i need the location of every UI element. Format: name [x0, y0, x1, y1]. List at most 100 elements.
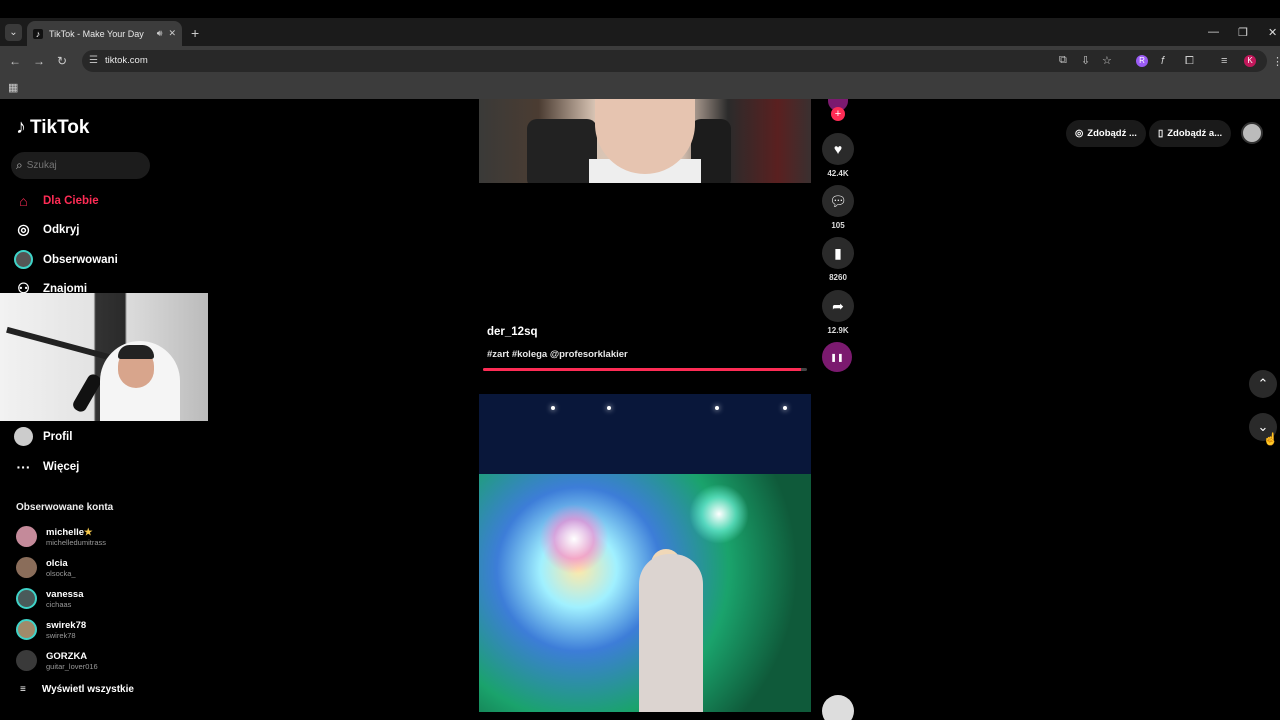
- music-disc-icon[interactable]: ❚❚: [822, 342, 852, 372]
- account-handle: cichaas: [46, 599, 72, 609]
- account-name: swirek78: [46, 619, 87, 631]
- stage-glow: [539, 504, 609, 574]
- extension-script-icon[interactable]: 𝑓: [1161, 55, 1164, 68]
- follow-plus-icon[interactable]: +: [831, 107, 845, 121]
- account-item[interactable]: vanessa cichaas: [16, 588, 84, 609]
- stage-glow: [689, 484, 749, 544]
- share-action[interactable]: ➦ 12.9K: [822, 290, 854, 335]
- tab-search-button[interactable]: ⌄: [5, 24, 22, 41]
- account-item[interactable]: swirek78 swirek78: [16, 619, 86, 640]
- extension-purple-icon[interactable]: R: [1136, 55, 1148, 67]
- video-player-next[interactable]: [479, 394, 811, 712]
- stage-light: [783, 406, 787, 410]
- install-icon[interactable]: ⇩: [1081, 54, 1090, 67]
- apps-grid-icon[interactable]: ▦: [8, 81, 18, 94]
- tab-title: TikTok - Make Your Day: [49, 28, 144, 39]
- mic-arm: [6, 326, 114, 362]
- video-progress-bar[interactable]: [483, 368, 807, 371]
- scroll-up-button[interactable]: ⌃: [1249, 370, 1277, 398]
- new-tab-button[interactable]: +: [191, 25, 199, 41]
- logo-text: TikTok: [30, 116, 90, 138]
- browser-tab[interactable]: ♪ TikTok - Make Your Day 🔊︎ ✕: [27, 21, 182, 46]
- profile-avatar-icon[interactable]: K: [1244, 55, 1256, 67]
- nav-label: Dla Ciebie: [43, 194, 99, 207]
- nav-wiecej[interactable]: ··· Więcej: [14, 457, 80, 476]
- avatar: [16, 526, 37, 547]
- account-item[interactable]: GORZKA guitar_lover016: [16, 650, 98, 671]
- stage-light: [551, 406, 555, 410]
- account-item[interactable]: olcia olsocka_: [16, 557, 76, 578]
- like-count: 42.4K: [827, 169, 849, 178]
- save-count: 8260: [829, 273, 847, 282]
- bookmark-star-icon[interactable]: ☆: [1102, 54, 1112, 67]
- minimize-icon[interactable]: —: [1208, 26, 1219, 38]
- avatar: [16, 588, 37, 609]
- account-handle: michelledumitrass: [46, 537, 107, 547]
- forward-icon[interactable]: →: [33, 54, 45, 68]
- browser-tabbar: ⌄ ♪ TikTok - Make Your Day 🔊︎ ✕ + — ❐ ✕: [0, 0, 1280, 46]
- address-bar[interactable]: ☰ tiktok.com ⧉ ⇩ ☆: [82, 50, 1267, 72]
- nav-profil[interactable]: Profil: [14, 427, 72, 446]
- speaker-icon[interactable]: 🔊︎: [157, 28, 163, 39]
- back-icon[interactable]: ←: [9, 54, 21, 68]
- user-avatar[interactable]: [1241, 122, 1263, 144]
- account-names: olcia olsocka_: [46, 558, 76, 578]
- nav-dla-ciebie[interactable]: ⌂ Dla Ciebie: [14, 191, 99, 210]
- nav-label: Obserwowani: [43, 253, 118, 266]
- video-player[interactable]: [479, 99, 811, 183]
- heart-icon[interactable]: ♥: [822, 133, 854, 165]
- next-author-avatar[interactable]: [822, 695, 854, 720]
- account-handle: swirek78: [46, 630, 76, 640]
- get-app-label: Zdobądź a...: [1167, 128, 1223, 139]
- account-names: GORZKA guitar_lover016: [46, 651, 98, 671]
- search-input[interactable]: [26, 160, 137, 171]
- reload-icon[interactable]: ↻: [57, 54, 67, 68]
- stage-light: [715, 406, 719, 410]
- account-name: michelle★: [46, 527, 106, 538]
- save-action[interactable]: ▮ 8260: [822, 237, 854, 282]
- chair: [527, 119, 597, 183]
- comment-action[interactable]: 💬︎ 105: [822, 185, 854, 230]
- followed-accounts-title: Obserwowane konta: [16, 502, 114, 513]
- microphone: [70, 372, 104, 414]
- extensions-puzzle-icon[interactable]: ⧠: [1185, 55, 1194, 68]
- avatar: [16, 650, 37, 671]
- account-names: vanessa cichaas: [46, 589, 84, 609]
- list-icon: ≡: [20, 684, 26, 695]
- media-controls-icon[interactable]: ≡: [1221, 55, 1227, 67]
- tiktok-page: ♪ TikTok ⌕ ⌂ Dla Ciebie ◎ Odkryj Obserwo…: [0, 99, 1280, 720]
- search-box[interactable]: ⌕: [11, 152, 150, 179]
- video-author[interactable]: der_12sq: [487, 326, 538, 338]
- tiktok-note-icon: ♪: [16, 116, 26, 138]
- hand-cursor-icon: ☝: [1263, 432, 1278, 446]
- get-coins-button[interactable]: ◎ Zdobądź ...: [1066, 120, 1146, 147]
- account-names: swirek78 swirek78: [46, 620, 86, 640]
- streamer-hair: [118, 345, 154, 359]
- share-icon[interactable]: ➦: [822, 290, 854, 322]
- tab-close-icon[interactable]: ✕: [168, 28, 176, 39]
- browser-menu-icon[interactable]: ⋮: [1272, 55, 1280, 68]
- restore-icon[interactable]: ❐: [1238, 26, 1248, 39]
- url-text: tiktok.com: [105, 55, 148, 66]
- tiktok-logo[interactable]: ♪ TikTok: [16, 116, 89, 139]
- window-close-icon[interactable]: ✕: [1268, 26, 1277, 39]
- account-item[interactable]: michelle★ michelledumitrass: [16, 526, 106, 547]
- search-icon: ⌕: [16, 158, 23, 172]
- comment-icon[interactable]: 💬︎: [822, 185, 854, 217]
- coins-icon: ◎: [1075, 128, 1084, 139]
- show-all-button[interactable]: ≡ Wyświetl wszystkie: [20, 684, 134, 695]
- browser-toolbar: ← → ↻ ☰ tiktok.com ⧉ ⇩ ☆: [0, 46, 1280, 76]
- nav-odkryj[interactable]: ◎ Odkryj: [14, 220, 79, 239]
- nav-obserwowani[interactable]: Obserwowani: [14, 250, 118, 269]
- avatar: [16, 619, 37, 640]
- bookmark-icon[interactable]: ▮: [822, 237, 854, 269]
- video-caption[interactable]: #zart #kolega @profesorklakier: [487, 349, 628, 360]
- account-name: olcia: [46, 557, 68, 569]
- site-info-icon[interactable]: ☰: [89, 55, 98, 66]
- translate-icon[interactable]: ⧉: [1059, 54, 1067, 67]
- star-icon: ★: [84, 526, 93, 538]
- like-action[interactable]: ♥ 42.4K: [822, 133, 854, 178]
- get-app-button[interactable]: ▯ Zdobądź a...: [1149, 120, 1232, 147]
- stage-light: [607, 406, 611, 410]
- account-handle: guitar_lover016: [46, 661, 98, 671]
